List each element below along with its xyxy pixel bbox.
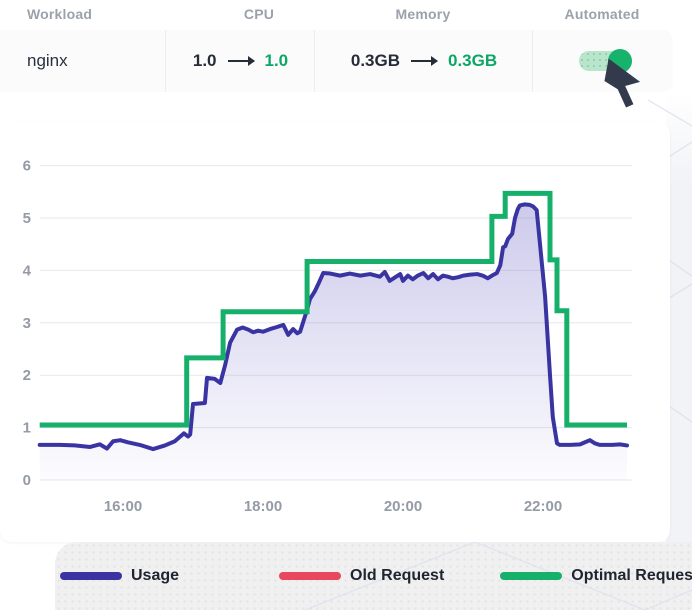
usage-chart: 0 1 2 3 4 5 6 16:00 18:00 20:00 22:00: [23, 158, 632, 515]
memory-cell: 0.3GB 0.3GB: [314, 30, 533, 92]
usage-swatch: [60, 572, 122, 580]
arrow-right-icon: [411, 56, 438, 66]
memory-old-value: 0.3GB: [350, 51, 400, 70]
svg-text:6: 6: [23, 158, 31, 175]
automated-cell: [532, 30, 674, 92]
column-header-memory: Memory: [395, 6, 451, 22]
old-request-swatch: [279, 572, 342, 580]
column-header-cpu: CPU: [243, 6, 275, 22]
svg-text:5: 5: [23, 210, 31, 227]
svg-text:22:00: 22:00: [524, 498, 562, 515]
cpu-cell: 1.0 1.0: [165, 30, 315, 92]
legend-item-old-request[interactable]: Old Request: [279, 567, 444, 585]
svg-text:20:00: 20:00: [384, 498, 422, 515]
svg-text:0: 0: [23, 472, 31, 489]
legend-label: Optimal Request: [571, 567, 692, 584]
toggle-knob: [607, 49, 632, 73]
table-header: Workload CPU Memory Automated: [0, 6, 692, 28]
cpu-new-value: 1.0: [264, 51, 289, 70]
svg-text:18:00: 18:00: [244, 498, 282, 515]
automated-toggle[interactable]: [578, 49, 632, 73]
chart-card: 0 1 2 3 4 5 6 16:00 18:00 20:00 22:00: [0, 122, 670, 542]
chart-series: [37, 190, 629, 480]
svg-text:2: 2: [23, 367, 31, 384]
x-axis-labels: 16:00 18:00 20:00 22:00: [104, 498, 562, 515]
column-header-workload: Workload: [27, 6, 93, 22]
chart-legend: Usage Old Request Optimal Request: [55, 542, 692, 610]
workload-cell: nginx: [0, 30, 165, 92]
column-header-automated: Automated: [564, 6, 640, 22]
optimal-request-swatch: [500, 572, 563, 580]
svg-text:3: 3: [23, 315, 31, 332]
y-axis-labels: 0 1 2 3 4 5 6: [23, 158, 32, 489]
cpu-old-value: 1.0: [192, 51, 217, 70]
legend-item-optimal-request[interactable]: Optimal Request: [500, 567, 692, 585]
legend-label: Old Request: [350, 567, 445, 584]
legend-label: Usage: [131, 567, 180, 584]
svg-text:16:00: 16:00: [104, 498, 142, 515]
workload-row[interactable]: nginx 1.0 1.0 0.3GB 0.3GB: [0, 30, 673, 92]
svg-text:4: 4: [23, 262, 32, 279]
memory-new-value: 0.3GB: [448, 51, 498, 70]
arrow-right-icon: [227, 56, 255, 66]
svg-text:1: 1: [23, 420, 31, 437]
legend-item-usage[interactable]: Usage: [60, 567, 179, 585]
workload-name: nginx: [27, 51, 68, 70]
